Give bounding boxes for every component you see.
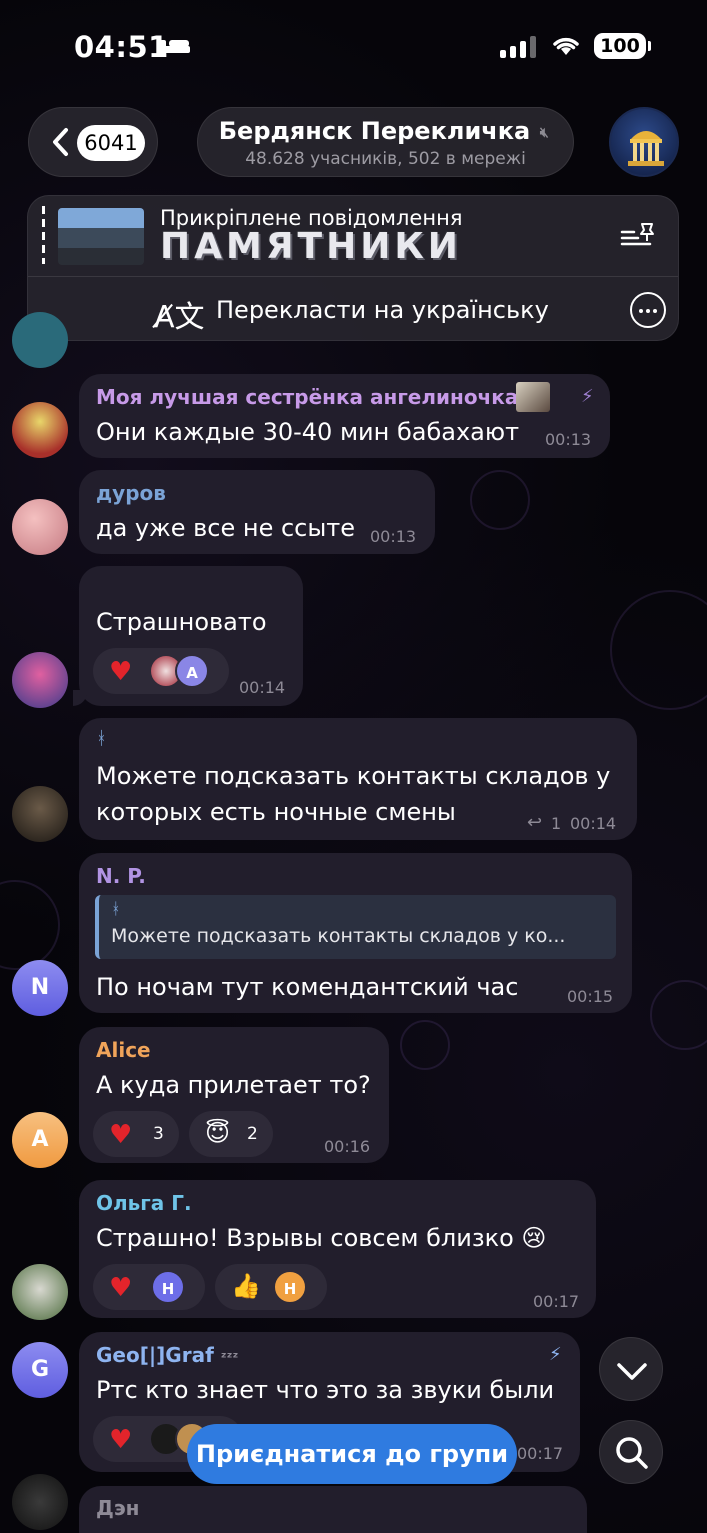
- sender-name[interactable]: Ольга Г.: [96, 1191, 192, 1215]
- chat-members-status: 48.628 учасників, 502 в мережі: [245, 149, 526, 169]
- reaction-count: 3: [153, 1124, 164, 1144]
- message-text: По ночам тут комендантский час: [96, 973, 519, 1001]
- divider: [28, 276, 678, 277]
- pinned-indicator: [42, 206, 45, 264]
- message-text: А куда прилетает то?: [96, 1071, 371, 1099]
- chat-header[interactable]: Бердянск Перекличка 🔇︎ 48.628 учасників, …: [197, 107, 574, 177]
- avatar[interactable]: [12, 1264, 68, 1320]
- reply-quote[interactable]: ᚼ Можете подсказать контакты складов у к…: [95, 895, 616, 959]
- message-text: Страшновато: [96, 608, 267, 636]
- reaction-heart[interactable]: ♥ 3: [93, 1111, 179, 1157]
- scroll-down-button[interactable]: [599, 1337, 663, 1401]
- avatar[interactable]: [12, 499, 68, 555]
- message-time: 00:17: [533, 1292, 580, 1311]
- avatar[interactable]: [12, 1474, 68, 1530]
- reaction-count: 2: [247, 1124, 258, 1144]
- message-time: 00:14: [239, 678, 286, 697]
- message-time: 00:13: [370, 527, 417, 546]
- sender-emoji-status: [516, 382, 550, 412]
- sender-name: Geo[|]Graf: [96, 1343, 214, 1367]
- heart-icon: ♥: [109, 657, 133, 687]
- status-bar: 04:51 100: [0, 0, 707, 96]
- reactor-avatar: A: [175, 654, 209, 688]
- chat-title-row: Бердянск Перекличка 🔇︎: [198, 117, 573, 145]
- sender-name-row[interactable]: Geo[|]Graf ᶻᶻᶻ: [96, 1343, 238, 1367]
- group-avatar[interactable]: [609, 107, 679, 177]
- sender-icon[interactable]: ᚼ: [96, 728, 107, 749]
- heart-icon: ♥: [109, 1273, 133, 1303]
- chat-title: Бердянск Перекличка: [218, 117, 531, 145]
- reply-arrow-icon: ↩︎: [527, 812, 543, 833]
- pinned-list-icon[interactable]: [620, 220, 656, 250]
- wifi-icon: [552, 34, 580, 64]
- lightning-icon: ⚡︎: [549, 1344, 562, 1365]
- avatar[interactable]: N: [12, 960, 68, 1016]
- avatar[interactable]: [12, 312, 68, 368]
- reactor-avatar: H: [273, 1270, 307, 1304]
- pinned-message-panel[interactable]: Прикріплене повідомлення ПАМЯТНИКИ A̸文 П…: [27, 195, 679, 341]
- more-options-button[interactable]: [630, 292, 666, 328]
- avatar[interactable]: [12, 652, 68, 708]
- angel-face-icon: 😇: [205, 1119, 231, 1147]
- avatar[interactable]: [12, 786, 68, 842]
- heart-icon: ♥: [109, 1425, 133, 1455]
- pinned-text: ПАМЯТНИКИ: [160, 226, 462, 267]
- chevron-down-icon: [617, 1363, 647, 1380]
- sleep-focus-icon: [160, 36, 190, 56]
- message-text-line2: которых есть ночные смены: [96, 798, 456, 826]
- join-group-button[interactable]: Приєднатися до групи: [187, 1424, 517, 1484]
- sender-name[interactable]: Alice: [96, 1038, 151, 1062]
- message-time: 00:15: [567, 987, 614, 1006]
- lightning-icon: ⚡︎: [581, 386, 594, 407]
- unread-count-badge: 6041: [77, 125, 145, 161]
- search-icon: [616, 1437, 648, 1469]
- reply-count[interactable]: 1: [551, 814, 561, 833]
- heart-icon: ♥: [109, 1120, 133, 1150]
- message-time: 00:17: [517, 1444, 564, 1463]
- message-bubble[interactable]: Ольга Г. Страшно! Взрывы совсем близко 😢…: [79, 1180, 596, 1318]
- message-text-line1: Можете подсказать контакты складов у: [96, 762, 611, 790]
- message-bubble[interactable]: ᚼ Можете подсказать контакты складов у к…: [79, 718, 637, 840]
- translate-icon: A̸文: [154, 300, 205, 335]
- message-text: Страшно! Взрывы совсем близко 😢: [96, 1224, 547, 1252]
- reply-sender-icon: ᚼ: [111, 899, 121, 918]
- reaction-heart[interactable]: ♥ A: [93, 648, 229, 694]
- message-bubble[interactable]: Дэн: [79, 1486, 587, 1533]
- message-bubble[interactable]: Моя лучшая сестрёнка ангелиночка ⚡︎ Они …: [79, 374, 610, 458]
- avatar[interactable]: A: [12, 1112, 68, 1168]
- reaction-heart[interactable]: ♥ H: [93, 1264, 205, 1310]
- message-text: Ртс кто знает что это за звуки были: [96, 1376, 555, 1404]
- message-bubble[interactable]: дуров да уже все не ссыте 00:13: [79, 470, 435, 554]
- avatar[interactable]: [12, 402, 68, 458]
- sender-name[interactable]: Моя лучшая сестрёнка ангелиночка: [96, 385, 518, 409]
- message-bubble[interactable]: Страшновато ♥ A 00:14: [73, 566, 303, 706]
- translate-button[interactable]: Перекласти на українську: [216, 296, 549, 324]
- thumbs-up-icon: 👍: [231, 1272, 261, 1300]
- message-time: 00:13: [545, 430, 592, 449]
- message-time: 00:16: [324, 1137, 371, 1156]
- avatar[interactable]: G: [12, 1342, 68, 1398]
- chevron-left-icon: [53, 128, 68, 156]
- muted-icon: 🔇︎: [539, 125, 549, 141]
- sender-name[interactable]: N. P.: [96, 864, 146, 888]
- cellular-signal-icon: [500, 36, 538, 58]
- sleep-status-icon: ᶻᶻᶻ: [220, 1350, 239, 1366]
- reactor-avatar: H: [151, 1270, 185, 1304]
- message-bubble[interactable]: Alice А куда прилетает то? ♥ 3 😇 2 00:16: [79, 1027, 389, 1163]
- reaction-emoji[interactable]: 😇 2: [189, 1111, 273, 1157]
- message-time: 00:14: [570, 814, 617, 833]
- sender-name[interactable]: Дэн: [96, 1496, 140, 1520]
- message-text: Они каждые 30-40 мин бабахают: [96, 418, 520, 446]
- pinned-thumbnail: [58, 208, 144, 265]
- message-bubble[interactable]: N. P. ᚼ Можете подсказать контакты склад…: [79, 853, 632, 1013]
- reply-text: Можете подсказать контакты складов у ко.…: [111, 925, 566, 947]
- status-time: 04:51: [74, 30, 169, 64]
- battery-indicator: 100: [594, 33, 651, 59]
- search-button[interactable]: [599, 1420, 663, 1484]
- message-text: да уже все не ссыте: [96, 514, 356, 542]
- sender-name[interactable]: дуров: [96, 481, 166, 505]
- back-button[interactable]: 6041: [28, 107, 158, 177]
- reaction-thumbs-up[interactable]: 👍 H: [215, 1264, 327, 1310]
